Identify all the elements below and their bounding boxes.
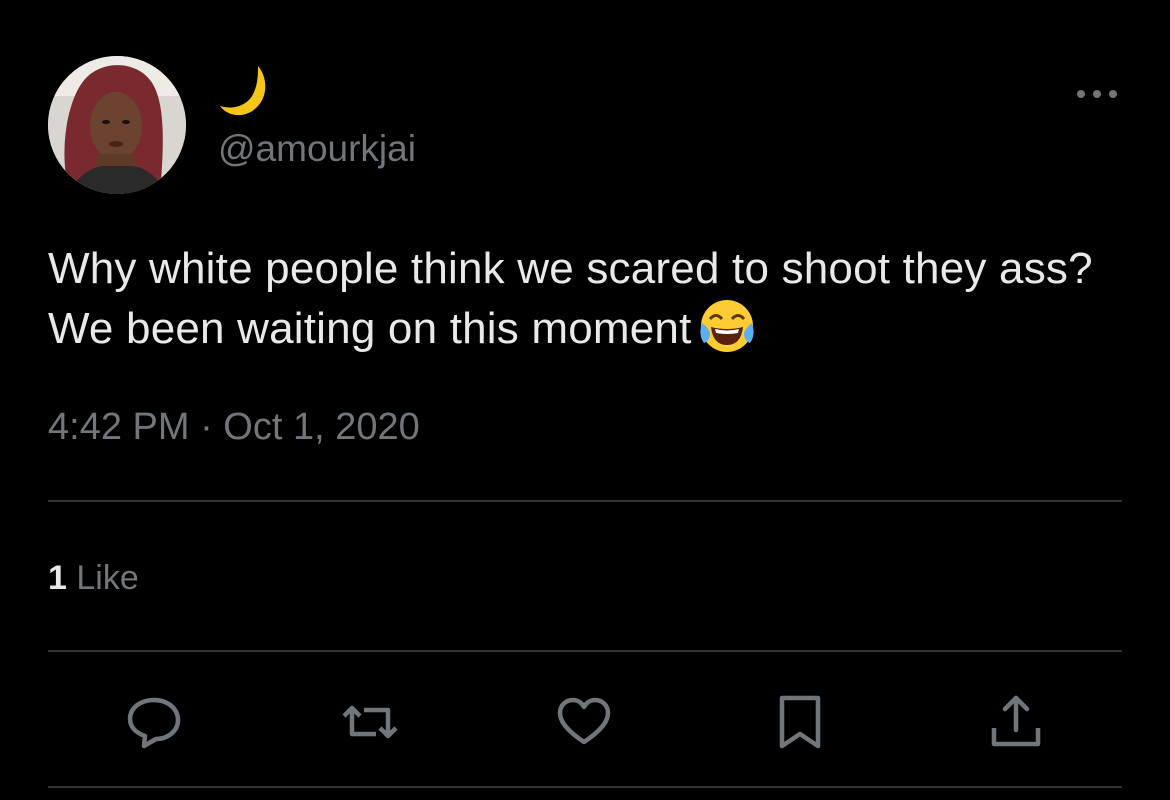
user-handle[interactable]: @amourkjai (218, 127, 416, 171)
bookmark-icon (779, 695, 821, 749)
avatar[interactable] (48, 56, 186, 194)
reply-button[interactable] (122, 690, 186, 754)
tweet-timestamp[interactable]: 4:42 PM · Oct 1, 2020 (48, 404, 420, 450)
divider (48, 786, 1122, 788)
more-options-button[interactable] (1074, 84, 1120, 104)
display-name[interactable] (218, 62, 278, 122)
retweet-arrows-icon (342, 705, 398, 739)
speech-bubble-icon (127, 697, 181, 749)
action-bar (0, 690, 1170, 754)
tweet-text-content: Why white people think we scared to shoo… (48, 244, 1093, 353)
like-count: 1 (48, 559, 67, 597)
tweet-detail: @amourkjai Why white people think we sca… (0, 0, 1170, 800)
retweet-button[interactable] (338, 690, 402, 754)
bookmark-button[interactable] (768, 690, 832, 754)
crescent-moon-icon (220, 66, 266, 116)
face-with-tears-of-joy-icon (698, 297, 756, 355)
like-label: Like (76, 559, 139, 597)
divider (48, 650, 1122, 652)
share-upload-icon (991, 695, 1041, 747)
like-stats[interactable]: 1 Like (48, 556, 139, 600)
avatar-image (48, 56, 186, 194)
like-button[interactable] (552, 690, 616, 754)
tweet-text: Why white people think we scared to shoo… (48, 240, 1128, 357)
divider (48, 500, 1122, 502)
share-button[interactable] (984, 690, 1048, 754)
more-dots-icon (1077, 90, 1117, 98)
heart-icon (557, 697, 611, 745)
